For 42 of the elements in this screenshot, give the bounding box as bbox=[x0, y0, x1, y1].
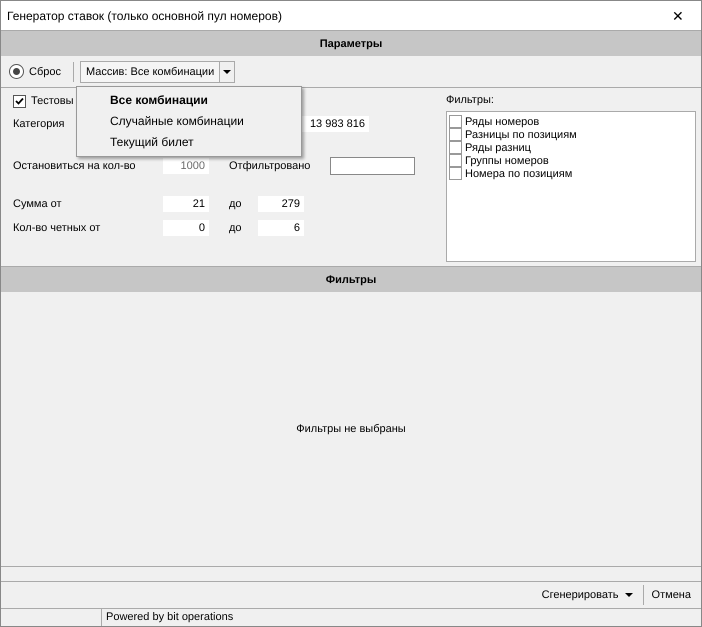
field-label: до bbox=[228, 198, 242, 210]
caret-icon bbox=[223, 70, 232, 74]
field-label: Остановиться на кол-во bbox=[13, 160, 136, 172]
section-title: Фильтры bbox=[326, 274, 376, 286]
reset-button[interactable]: Сброс bbox=[9, 60, 67, 82]
caret-icon bbox=[624, 593, 633, 597]
status-text: Powered by bit operations bbox=[105, 610, 234, 625]
filters-label: Фильтры: bbox=[446, 94, 495, 106]
checkbox-label: Тестовы bbox=[31, 95, 74, 107]
window-title: Генератор ставок (только основной пул номеров) bbox=[7, 8, 283, 22]
filter-item[interactable]: Номера по позициям bbox=[465, 168, 572, 180]
number-field[interactable]: 21 bbox=[163, 196, 209, 212]
checkbox[interactable] bbox=[449, 115, 462, 128]
empty-message: Фильтры не выбраны bbox=[296, 423, 406, 435]
dropdown-button[interactable] bbox=[624, 593, 635, 597]
field-label: Сумма от bbox=[13, 198, 62, 210]
filter-item[interactable]: Ряды номеров bbox=[465, 116, 540, 128]
checkbox[interactable] bbox=[13, 94, 26, 108]
cancel-button[interactable]: Отмена bbox=[652, 589, 691, 601]
checkbox[interactable] bbox=[449, 141, 462, 154]
checkbox[interactable] bbox=[449, 128, 462, 141]
field-label: Категория bbox=[13, 118, 64, 130]
checkbox[interactable] bbox=[449, 154, 462, 167]
close-button[interactable]: ✕ bbox=[655, 1, 701, 30]
section-title: Параметры bbox=[320, 38, 382, 50]
checkbox[interactable] bbox=[449, 167, 462, 180]
filter-item[interactable]: Ряды разниц bbox=[465, 142, 531, 154]
field-label: Кол-во четных от bbox=[13, 222, 100, 234]
menu-item[interactable]: Все комбинации bbox=[77, 90, 301, 111]
generate-button[interactable]: Сгенерировать bbox=[542, 589, 619, 601]
array-button[interactable]: Массив: Все комбинации bbox=[80, 60, 220, 82]
menu-item[interactable]: Текущий билет bbox=[77, 132, 301, 153]
number-field[interactable]: 0 bbox=[163, 220, 209, 236]
filter-item[interactable]: Группы номеров bbox=[465, 154, 549, 166]
filter-item[interactable]: Разницы по позициям bbox=[465, 128, 577, 140]
field-label: до bbox=[228, 222, 242, 234]
number-field[interactable]: 279 bbox=[258, 196, 304, 212]
dropdown-button[interactable] bbox=[219, 60, 236, 82]
number-field[interactable] bbox=[330, 157, 415, 175]
number-field[interactable]: 6 bbox=[258, 220, 304, 236]
number-field[interactable]: 1000 bbox=[163, 158, 209, 174]
field-label: Отфильтровано bbox=[228, 160, 310, 172]
